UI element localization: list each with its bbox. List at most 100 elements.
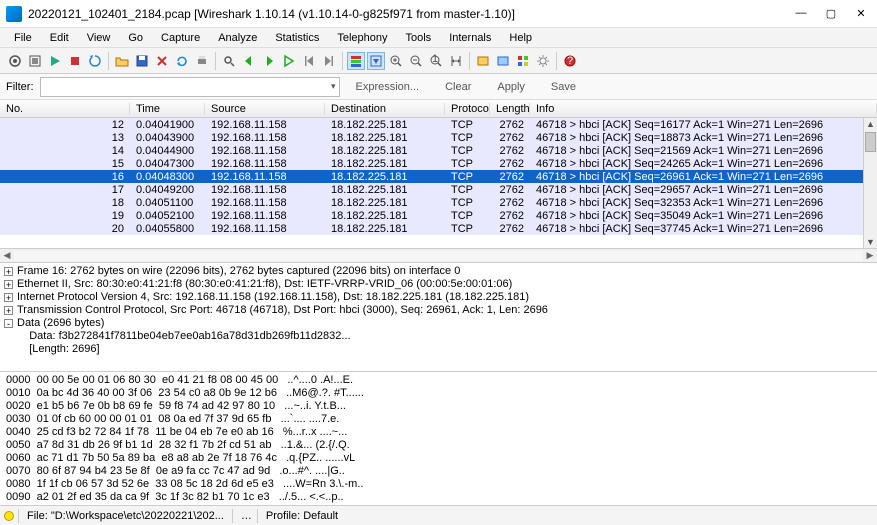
restart-capture-icon[interactable] — [86, 52, 104, 70]
detail-line[interactable]: Data: f3b272841f7811be04eb7ee0ab16a78d31… — [4, 330, 873, 343]
close-button[interactable]: ✕ — [855, 7, 867, 20]
expand-icon[interactable]: + — [4, 267, 13, 276]
dropdown-icon[interactable]: ▾ — [331, 81, 336, 92]
maximize-button[interactable]: ▢ — [825, 7, 837, 20]
packet-row[interactable]: 140.04044900192.168.11.15818.182.225.181… — [0, 144, 877, 157]
start-capture-icon[interactable] — [46, 52, 64, 70]
go-last-icon[interactable] — [320, 52, 338, 70]
menu-analyze[interactable]: Analyze — [210, 30, 265, 46]
zoom-reset-icon[interactable]: 1 — [427, 52, 445, 70]
col-source[interactable]: Source — [205, 103, 325, 115]
collapse-icon[interactable]: - — [4, 319, 13, 328]
scroll-left-icon[interactable]: ◀ — [0, 250, 14, 261]
zoom-out-icon[interactable] — [407, 52, 425, 70]
go-forward-icon[interactable] — [260, 52, 278, 70]
scroll-right-icon[interactable]: ▶ — [863, 250, 877, 261]
print-icon[interactable] — [193, 52, 211, 70]
hex-line[interactable]: 0080 1f 1f cb 06 57 3d 52 6e 33 08 5c 18… — [6, 478, 871, 491]
hex-line[interactable]: 0040 25 cd f3 b2 72 84 1f 78 11 be 04 eb… — [6, 426, 871, 439]
packet-details[interactable]: +Frame 16: 2762 bytes on wire (22096 bit… — [0, 262, 877, 372]
capture-interfaces-icon[interactable] — [6, 52, 24, 70]
colorize-icon[interactable] — [347, 52, 365, 70]
menu-file[interactable]: File — [6, 30, 40, 46]
hex-line[interactable]: 0090 a2 01 2f ed 35 da ca 9f 3c 1f 3c 82… — [6, 491, 871, 504]
scroll-up-icon[interactable]: ▲ — [864, 118, 877, 130]
expert-info-icon[interactable] — [4, 511, 14, 521]
packet-row[interactable]: 160.04048300192.168.11.15818.182.225.181… — [0, 170, 877, 183]
menu-statistics[interactable]: Statistics — [267, 30, 327, 46]
display-filters-icon[interactable] — [494, 52, 512, 70]
col-time[interactable]: Time — [130, 103, 205, 115]
packet-row[interactable]: 130.04043900192.168.11.15818.182.225.181… — [0, 131, 877, 144]
menu-capture[interactable]: Capture — [153, 30, 208, 46]
apply-button[interactable]: Apply — [487, 79, 535, 95]
packet-row[interactable]: 180.04051100192.168.11.15818.182.225.181… — [0, 196, 877, 209]
menu-help[interactable]: Help — [501, 30, 540, 46]
expand-icon[interactable]: + — [4, 280, 13, 289]
expression-button[interactable]: Expression... — [346, 79, 430, 95]
menu-go[interactable]: Go — [120, 30, 151, 46]
col-info[interactable]: Info — [530, 103, 877, 115]
expand-icon[interactable]: + — [4, 306, 13, 315]
capture-options-icon[interactable] — [26, 52, 44, 70]
detail-line[interactable]: +Internet Protocol Version 4, Src: 192.1… — [4, 291, 873, 304]
auto-scroll-icon[interactable] — [367, 52, 385, 70]
hex-line[interactable]: 0010 0a bc 4d 36 40 00 3f 06 23 54 c0 a8… — [6, 387, 871, 400]
save-file-icon[interactable] — [133, 52, 151, 70]
hex-line[interactable]: 0030 01 0f cb 60 00 00 01 01 08 0a ed 7f… — [6, 413, 871, 426]
packet-list[interactable]: 120.04041900192.168.11.15818.182.225.181… — [0, 118, 877, 235]
packet-bytes[interactable]: 0000 00 00 5e 00 01 06 80 30 e0 41 21 f8… — [0, 372, 877, 505]
menu-telephony[interactable]: Telephony — [329, 30, 395, 46]
col-protocol[interactable]: Protocol — [445, 103, 490, 115]
packet-row[interactable]: 120.04041900192.168.11.15818.182.225.181… — [0, 118, 877, 131]
hex-line[interactable]: 0060 ac 71 d1 7b 50 5a 89 ba e8 a8 ab 2e… — [6, 452, 871, 465]
menu-bar: File Edit View Go Capture Analyze Statis… — [0, 28, 877, 48]
go-first-icon[interactable] — [300, 52, 318, 70]
capture-filters-icon[interactable] — [474, 52, 492, 70]
find-packet-icon[interactable] — [220, 52, 238, 70]
col-length[interactable]: Length — [490, 103, 530, 115]
packet-row[interactable]: 190.04052100192.168.11.15818.182.225.181… — [0, 209, 877, 222]
expand-icon[interactable]: + — [4, 293, 13, 302]
preferences-icon[interactable] — [534, 52, 552, 70]
packet-row[interactable]: 200.04055800192.168.11.15818.182.225.181… — [0, 222, 877, 235]
resize-columns-icon[interactable] — [447, 52, 465, 70]
packet-list-header: No. Time Source Destination Protocol Len… — [0, 100, 877, 118]
col-no[interactable]: No. — [0, 103, 130, 115]
open-file-icon[interactable] — [113, 52, 131, 70]
status-ellipsis[interactable]: … — [237, 510, 253, 522]
scroll-down-icon[interactable]: ▼ — [864, 236, 877, 248]
vertical-scrollbar[interactable]: ▲ ▼ — [863, 118, 877, 248]
horizontal-scrollbar[interactable]: ◀ ▶ — [0, 248, 877, 262]
menu-edit[interactable]: Edit — [42, 30, 77, 46]
menu-internals[interactable]: Internals — [441, 30, 499, 46]
minimize-button[interactable]: — — [795, 7, 807, 20]
reload-file-icon[interactable] — [173, 52, 191, 70]
zoom-in-icon[interactable] — [387, 52, 405, 70]
detail-line[interactable]: +Ethernet II, Src: 80:30:e0:41:21:f8 (80… — [4, 278, 873, 291]
menu-tools[interactable]: Tools — [398, 30, 440, 46]
packet-row[interactable]: 150.04047300192.168.11.15818.182.225.181… — [0, 157, 877, 170]
menu-view[interactable]: View — [79, 30, 119, 46]
stop-capture-icon[interactable] — [66, 52, 84, 70]
filter-input[interactable]: ▾ — [40, 77, 340, 97]
detail-line[interactable]: +Frame 16: 2762 bytes on wire (22096 bit… — [4, 265, 873, 278]
help-icon[interactable]: ? — [561, 52, 579, 70]
packet-row[interactable]: 170.04049200192.168.11.15818.182.225.181… — [0, 183, 877, 196]
hex-line[interactable]: 0000 00 00 5e 00 01 06 80 30 e0 41 21 f8… — [6, 374, 871, 387]
go-to-packet-icon[interactable] — [280, 52, 298, 70]
detail-line[interactable]: +Transmission Control Protocol, Src Port… — [4, 304, 873, 317]
hex-line[interactable]: 0050 a7 8d 31 db 26 9f b1 1d 28 32 f1 7b… — [6, 439, 871, 452]
hex-line[interactable]: 0070 80 6f 87 94 b4 23 5e 8f 0e a9 fa cc… — [6, 465, 871, 478]
scroll-thumb[interactable] — [865, 132, 876, 152]
detail-line[interactable]: [Length: 2696] — [4, 343, 873, 356]
go-back-icon[interactable] — [240, 52, 258, 70]
close-file-icon[interactable] — [153, 52, 171, 70]
coloring-rules-icon[interactable] — [514, 52, 532, 70]
hex-line[interactable]: 0020 e1 b5 b6 7e 0b b8 69 fe 59 f8 74 ad… — [6, 400, 871, 413]
col-destination[interactable]: Destination — [325, 103, 445, 115]
detail-line[interactable]: -Data (2696 bytes) — [4, 317, 873, 330]
status-profile[interactable]: Profile: Default — [262, 510, 342, 522]
clear-button[interactable]: Clear — [435, 79, 481, 95]
save-button[interactable]: Save — [541, 79, 586, 95]
